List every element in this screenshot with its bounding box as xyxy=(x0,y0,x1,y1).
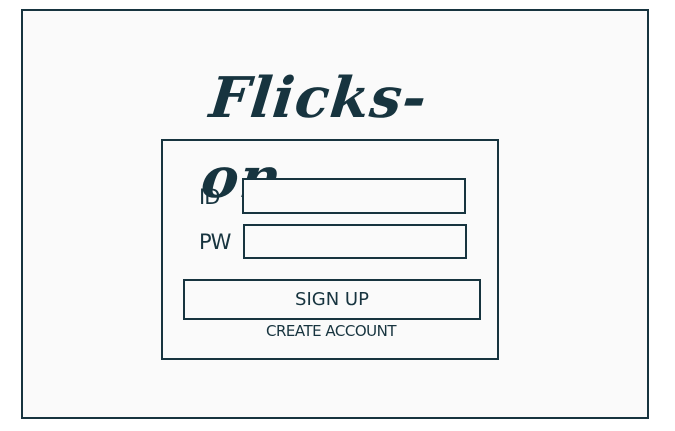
sign-up-button[interactable]: SIGN UP xyxy=(183,279,481,320)
pw-label: PW xyxy=(199,230,231,254)
id-input[interactable] xyxy=(242,178,466,214)
app-logo: Flicks-on xyxy=(198,65,431,211)
id-label: ID xyxy=(199,185,220,209)
pw-input[interactable] xyxy=(243,224,467,259)
create-account-link[interactable]: CREATE ACCOUNT xyxy=(250,320,412,342)
